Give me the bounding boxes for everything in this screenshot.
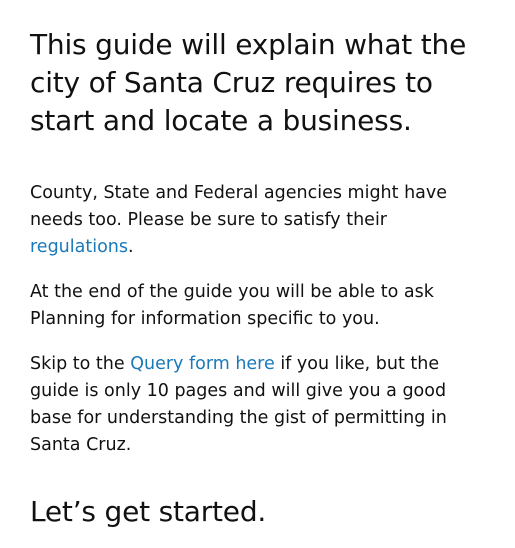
agencies-text-end: . bbox=[128, 237, 134, 257]
closing-heading: Let’s get started. bbox=[30, 495, 267, 528]
agencies-text: County, State and Federal agencies might… bbox=[30, 183, 448, 230]
skip-paragraph: Skip to the Query form here if you like,… bbox=[30, 351, 490, 459]
skip-text: Skip to the bbox=[30, 354, 131, 374]
guide-intro-page: This guide will explain what the city of… bbox=[0, 0, 515, 548]
end-of-guide-paragraph: At the end of the guide you will be able… bbox=[30, 282, 434, 329]
query-form-link[interactable]: Query form here bbox=[130, 354, 275, 374]
guide-headline: This guide will explain what the city of… bbox=[30, 28, 467, 137]
agencies-paragraph: County, State and Federal agencies might… bbox=[30, 180, 490, 261]
regulations-link[interactable]: regulations bbox=[30, 237, 128, 257]
